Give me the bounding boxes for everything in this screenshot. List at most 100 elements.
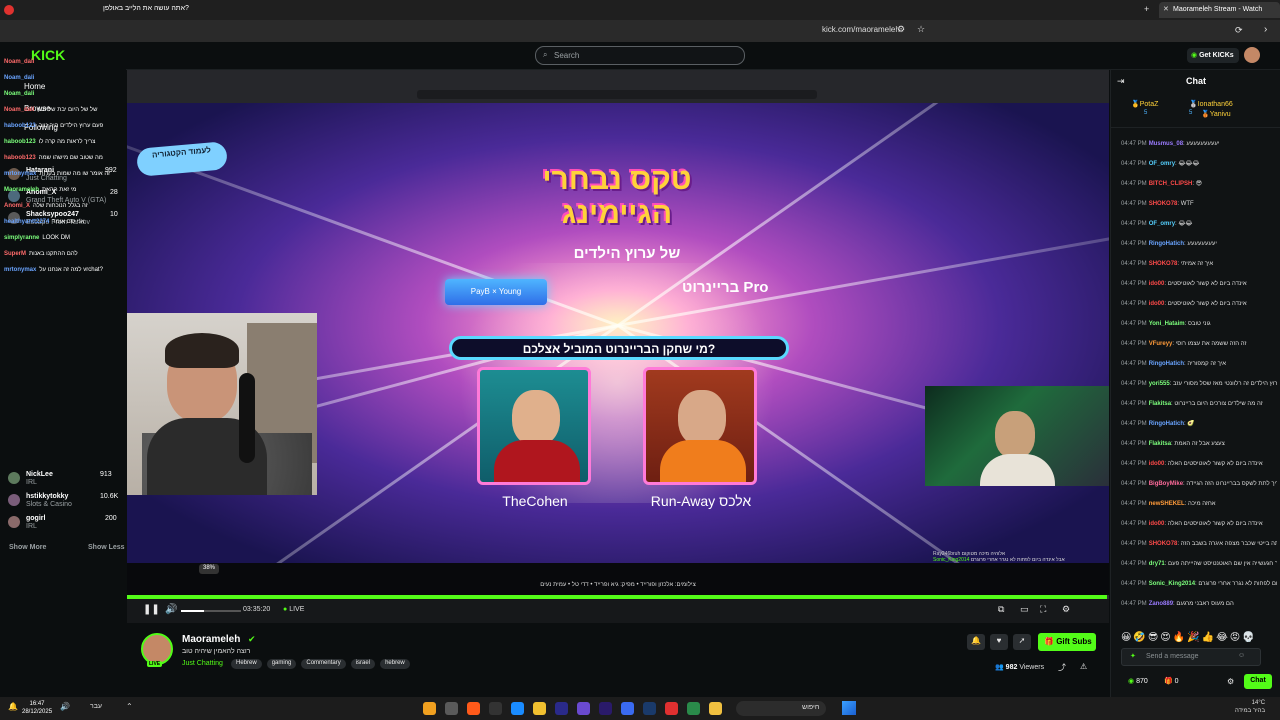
channel-item[interactable]: NickLee IRL 913 <box>8 471 128 491</box>
volume-icon[interactable]: 🔊 <box>60 702 70 711</box>
chat-message[interactable]: 04:47 PM BITCH_CLIPSH: 😎 <box>1121 180 1277 188</box>
chat-username[interactable]: RingoHatich <box>1149 421 1184 427</box>
emote-picker-icon[interactable]: ✦ <box>1130 652 1136 660</box>
close-icon[interactable]: ✕ <box>1163 5 1169 13</box>
chat-username[interactable]: BigBoyMike <box>1149 481 1183 487</box>
video-player[interactable]: לעמוד הקטגוריה טקס נבחרי הגיימינג של ערו… <box>127 70 1109 623</box>
chat-username[interactable]: Yoni_Hataim <box>1149 321 1185 327</box>
chat-message[interactable]: 04:47 PM RingoHatich: 🥑 <box>1121 420 1277 428</box>
chat-username[interactable]: newSHEKEL <box>1149 501 1185 507</box>
tag[interactable]: Commentary <box>301 659 346 669</box>
emote-row[interactable]: 😀🤣😎😍🔥🎉👍😂😡💀 <box>1121 632 1280 643</box>
active-tab[interactable]: ✕ Maorameleh Stream - Watch <box>1159 2 1280 18</box>
chat-message[interactable]: 04:47 PM ido00: אינדה ביום לא קשור לאוטיס… <box>1121 300 1277 308</box>
collapse-chat-icon[interactable]: ⇥ <box>1117 76 1125 87</box>
app-icon[interactable] <box>643 702 656 715</box>
chat-username[interactable]: SHOKO78 <box>1149 201 1178 207</box>
chat-username[interactable]: yori555 <box>1149 381 1170 387</box>
tray-expand-icon[interactable]: ⌃ <box>126 702 133 711</box>
chat-username[interactable]: OF_omry <box>1149 161 1175 167</box>
follow-heart-icon[interactable]: ♥ <box>990 634 1008 650</box>
pip-icon[interactable]: ⧉ <box>998 604 1004 615</box>
windows-start-icon[interactable] <box>842 701 856 715</box>
show-less-link[interactable]: Show Less <box>88 544 125 551</box>
chat-username[interactable]: ido00 <box>1149 301 1165 307</box>
chat-username[interactable]: Sonic_King2014 <box>1149 581 1195 587</box>
notification-icon[interactable]: 🔔 <box>8 702 18 711</box>
emoji-icon[interactable]: ☺ <box>1238 652 1245 659</box>
category-link[interactable]: Just Chatting <box>182 660 223 667</box>
chat-message[interactable]: 04:47 PM SHOKO78: WTF <box>1121 200 1277 208</box>
chat-message[interactable]: 04:47 PM Yoni_Hataim: גוני טובס <box>1121 320 1277 328</box>
app-icon[interactable] <box>467 702 480 715</box>
chat-message[interactable]: 04:47 PMyori555: הכל טוב ערוץ הילדים זה … <box>1121 380 1277 388</box>
bookmark-icon[interactable]: ☆ <box>917 24 925 35</box>
app-icon[interactable] <box>511 702 524 715</box>
kicks-balance[interactable]: ◉ 870 <box>1128 677 1148 685</box>
app-icon[interactable] <box>577 702 590 715</box>
chat-message[interactable]: 04:47 PM OF_omry: 😂😂 <box>1121 220 1277 228</box>
chat-message[interactable]: 04:47 PMBigBoyMike: הגרא הזה לא מושב לא … <box>1121 480 1277 488</box>
tag[interactable]: gaming <box>266 659 297 669</box>
volume-slider[interactable] <box>181 610 241 612</box>
pause-icon[interactable]: ❚❚ <box>143 604 160 615</box>
app-icon[interactable] <box>423 702 436 715</box>
chat-username[interactable]: ido00 <box>1149 461 1165 467</box>
gift-subs-button[interactable]: 🎁 Gift Subs <box>1038 633 1096 651</box>
app-icon[interactable] <box>709 702 722 715</box>
app-icon[interactable] <box>687 702 700 715</box>
share-icon[interactable]: ➚ <box>1013 634 1031 650</box>
share-icon[interactable]: ⤴ <box>1058 662 1066 673</box>
volume-icon[interactable]: 🔊 <box>165 604 177 615</box>
clock[interactable]: 16:47 28/12/2025 <box>22 700 52 716</box>
chat-message[interactable]: 04:47 PM Zano889: הם מעוס ראבני מרגעם <box>1121 600 1277 608</box>
chat-message[interactable]: 04:47 PM ido00: אינדה ביום לא קשור לאוטיס… <box>1121 520 1277 528</box>
chat-username[interactable]: BITCH_CLIPSH <box>1149 181 1193 187</box>
chat-message[interactable]: 04:47 PM RingoHatich: יעעעעעעעע <box>1121 240 1277 248</box>
get-kicks-button[interactable]: ◉ Get KICKs <box>1187 48 1239 63</box>
channel-item[interactable]: hstikkytokky Slots & Casino 10.6K <box>8 493 128 513</box>
chat-message[interactable]: 04:47 PM ido00: אינדה ביום לא קשור לאוטיס… <box>1121 280 1277 288</box>
language-indicator[interactable]: עבר <box>90 703 102 710</box>
tag[interactable]: Hebrew <box>231 659 262 669</box>
chat-message[interactable]: 04:47 PM SHOKO78: איך זה אמיתי <box>1121 260 1277 268</box>
tag[interactable]: israel <box>350 659 376 669</box>
app-icon[interactable] <box>621 702 634 715</box>
search-input[interactable]: ⌕ Search <box>535 46 745 65</box>
chat-username[interactable]: Flakitsa <box>1149 441 1171 447</box>
chat-message[interactable]: 04:47 PMSonic_King2014: אבל אינדה ביום ל… <box>1121 580 1277 588</box>
app-icon[interactable] <box>489 702 502 715</box>
chat-message[interactable]: 04:47 PM Flakitsa: צעצע אבל זה האמת <box>1121 440 1277 448</box>
theater-icon[interactable]: ▭ <box>1020 604 1029 615</box>
chat-username[interactable]: VFureyy <box>1149 341 1173 347</box>
chat-username[interactable]: ido00 <box>1149 281 1165 287</box>
app-icon[interactable] <box>445 702 458 715</box>
report-icon[interactable]: ⚠ <box>1080 662 1087 671</box>
forward-icon[interactable]: › <box>1264 24 1267 35</box>
tag[interactable]: hebrew <box>380 659 410 669</box>
browser-app-icon[interactable] <box>4 5 14 15</box>
points-balance[interactable]: 🎁 0 <box>1164 677 1179 685</box>
app-icon[interactable] <box>665 702 678 715</box>
chat-message[interactable]: 04:47 PM ido00: אינדה ביום לא קשור לאוטיס… <box>1121 460 1277 468</box>
app-icon[interactable] <box>555 702 568 715</box>
chat-message[interactable]: 04:47 PM VFureyy: זה הזה ששמה את עצמו רוס… <box>1121 340 1277 348</box>
app-icon[interactable] <box>599 702 612 715</box>
chat-username[interactable]: RingoHatich <box>1149 241 1184 247</box>
chat-username[interactable]: OF_omry <box>1149 221 1175 227</box>
settings-icon[interactable]: ⚙ <box>1062 604 1070 615</box>
chat-username[interactable]: Flakitsa <box>1149 401 1171 407</box>
chat-username[interactable]: SHOKO78 <box>1149 541 1178 547</box>
chat-settings-icon[interactable]: ⚙ <box>1227 677 1234 686</box>
chat-message[interactable]: 04:47 PM newSHEKEL: אחזה מיכה <box>1121 500 1277 508</box>
show-more-link[interactable]: Show More <box>9 544 46 551</box>
taskbar-search[interactable]: חיפוש <box>736 701 826 716</box>
chat-input[interactable]: ✦ Send a message ☺ <box>1121 648 1261 666</box>
chat-message[interactable]: 04:47 PM RingoHatich: איך זה קמפוריה <box>1121 360 1277 368</box>
new-tab-icon[interactable]: + <box>1144 4 1149 14</box>
fullscreen-icon[interactable]: ⛶ <box>1040 604 1046 615</box>
channel-name[interactable]: Maorameleh <box>182 634 240 645</box>
notification-bell-icon[interactable]: 🔔 <box>967 634 985 650</box>
chat-username[interactable]: RingoHatich <box>1149 361 1184 367</box>
chat-username[interactable]: dry71 <box>1149 561 1165 567</box>
